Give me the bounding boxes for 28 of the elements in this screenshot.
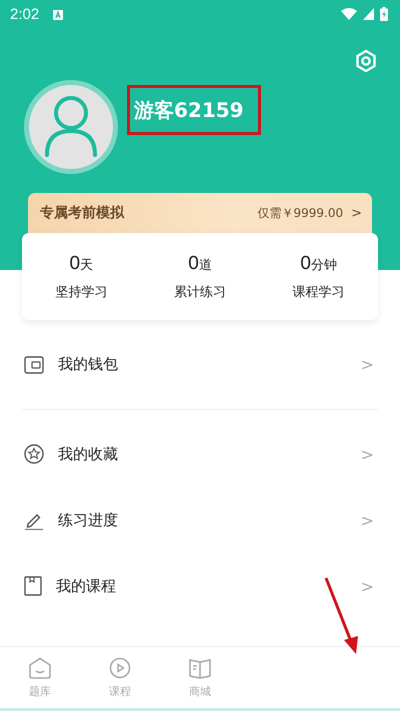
promo-banner[interactable]: 专属考前模拟 仅需￥9999.00 > xyxy=(28,193,372,233)
signal-icon xyxy=(363,8,374,20)
stat-label: 累计练习 xyxy=(174,284,226,300)
open-book-icon xyxy=(188,656,212,678)
stat-label: 课程学习 xyxy=(292,284,345,300)
menu-item[interactable]: 练习进度 > xyxy=(22,487,378,553)
home-icon xyxy=(28,656,52,678)
chevron: > xyxy=(360,576,374,596)
username: 游客62159 xyxy=(134,96,244,124)
status-time: 2:02 xyxy=(10,6,40,22)
stat-value: 0分钟 xyxy=(300,252,337,274)
play-icon xyxy=(109,656,131,678)
stat-label: 坚持学习 xyxy=(55,284,108,300)
menu-item[interactable]: 我的课程 > xyxy=(22,553,378,619)
menu-item[interactable]: 我的收藏 > xyxy=(22,421,378,487)
wifi-icon xyxy=(341,8,357,20)
battery-icon xyxy=(380,7,388,21)
chevron: > xyxy=(360,510,374,530)
book-icon xyxy=(24,576,42,596)
person-icon xyxy=(43,95,99,157)
stat-value: 0道 xyxy=(188,252,212,274)
notification-icon xyxy=(53,10,64,20)
menu-item[interactable]: 我的钱包 > xyxy=(22,332,378,410)
stat-value: 0天 xyxy=(70,252,94,274)
wallet-icon xyxy=(24,356,44,374)
settings-button[interactable] xyxy=(354,48,378,74)
chevron: > xyxy=(360,355,374,374)
chevron: > xyxy=(360,444,374,464)
